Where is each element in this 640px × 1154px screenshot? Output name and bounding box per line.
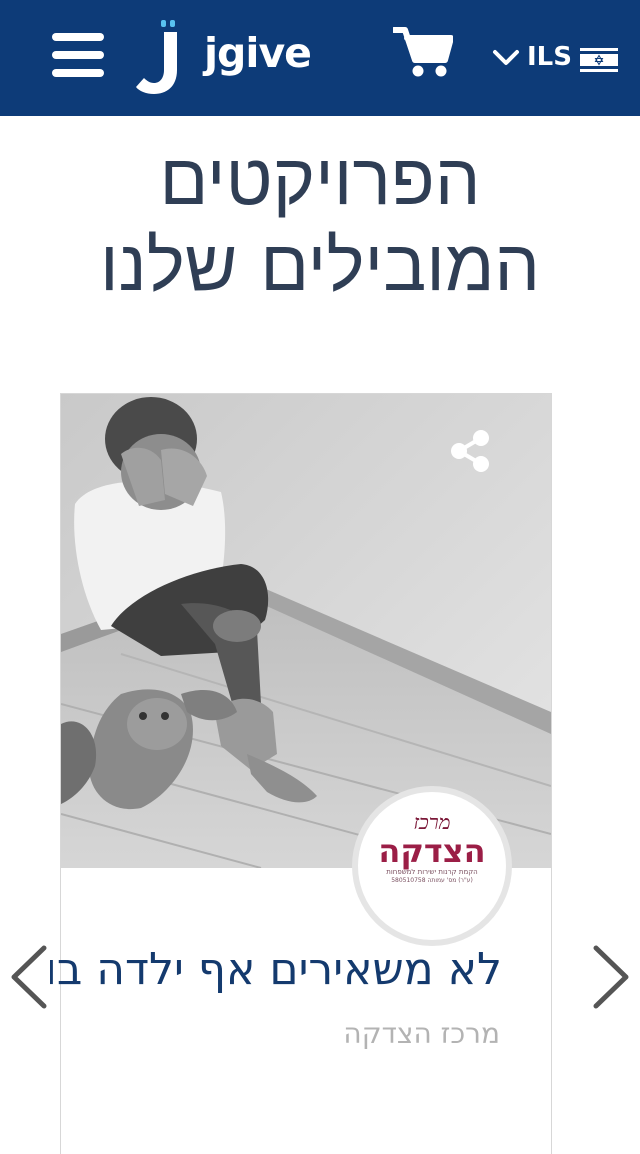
organization-logo-lettering: מרכז הצדקה הקמת קרנות ישירות למשפחות (ע"… — [370, 812, 494, 885]
chevron-down-icon — [493, 50, 519, 65]
jgive-logo[interactable]: jgive — [134, 16, 314, 96]
hamburger-menu-icon[interactable] — [52, 33, 104, 77]
organization-logo-top: מרכז — [413, 810, 451, 834]
chevron-left-icon[interactable] — [8, 944, 52, 1010]
israel-flag-icon — [580, 48, 618, 72]
share-icon[interactable] — [447, 428, 493, 474]
organization-logo-reg: (ע"ר) מס' עמותה 580510758 — [391, 877, 473, 884]
organization-logo-sub: הקמת קרנות ישירות למשפחות — [386, 868, 478, 876]
jgive-j-mark-icon — [136, 20, 177, 94]
organization-name[interactable]: מרכז הצדקה — [60, 1014, 500, 1054]
shopping-cart-icon[interactable] — [393, 26, 453, 80]
currency-selector[interactable]: ILS — [492, 38, 622, 78]
organization-logo-main: הצדקה — [378, 832, 486, 870]
brand-wordmark: jgive — [204, 29, 312, 77]
chevron-right-icon[interactable] — [588, 944, 632, 1010]
page-title: הפרויקטים המובילים שלנו — [0, 136, 640, 308]
page-title-line-1: הפרויקטים — [159, 137, 481, 221]
page-title-line-2: המובילים שלנו — [99, 223, 541, 307]
organization-logo[interactable]: מרכז הצדקה הקמת קרנות ישירות למשפחות (ע"… — [358, 792, 506, 940]
currency-code: ILS — [527, 42, 572, 72]
project-title[interactable]: לא משאירים אף ילדה בו — [50, 940, 502, 1000]
top-navigation-bar: jgive ILS — [0, 0, 640, 116]
